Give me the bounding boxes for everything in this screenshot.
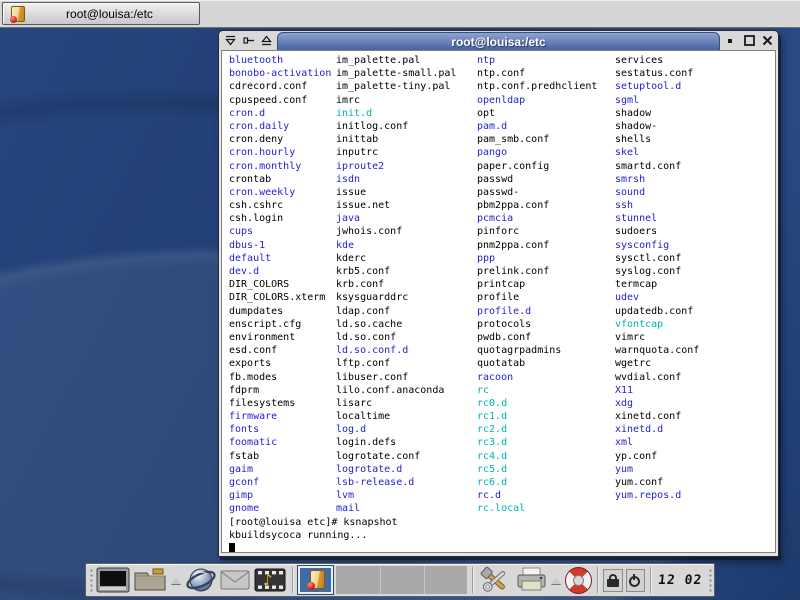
file-listing-row: cron.denyinittabpam_smb.confshells bbox=[229, 133, 775, 146]
printer-icon[interactable] bbox=[515, 566, 547, 594]
konsole-icon bbox=[306, 569, 326, 591]
file-listing-row: cron.dinit.doptshadow bbox=[229, 107, 775, 120]
file-listing-row: gnomemailrc.local bbox=[229, 502, 775, 515]
file-listing-row: enscript.cfgld.so.cacheprotocolsvfontcap bbox=[229, 318, 775, 331]
desktop: { "topbar": { "task_label": "root@louisa… bbox=[0, 0, 800, 600]
file-listing-row: cpuspeed.confimrcopenldapsgml bbox=[229, 94, 775, 107]
file-listing-row: foomaticlogin.defsrc3.dxml bbox=[229, 436, 775, 449]
file-listing-row: csh.cshrcissue.netpbm2ppa.confssh bbox=[229, 199, 775, 212]
active-task-button[interactable] bbox=[298, 566, 334, 594]
panel-separator bbox=[472, 567, 473, 593]
file-listing-row: fdprmlilo.conf.anacondarcX11 bbox=[229, 384, 775, 397]
panel-separator bbox=[292, 567, 293, 593]
file-listing-row: gconflsb-release.drc6.dyum.conf bbox=[229, 476, 775, 489]
file-listing-row: gimplvmrc.dyum.repos.d bbox=[229, 489, 775, 502]
top-taskbar: root@louisa:/etc bbox=[0, 0, 800, 28]
up-arrow-icon[interactable] bbox=[551, 577, 561, 584]
panel-grip-left[interactable] bbox=[88, 567, 93, 593]
file-listing-row: fb.modeslibuser.confracoonwvdial.conf bbox=[229, 371, 775, 384]
file-listing-row: bonobo-activationim_palette-small.palntp… bbox=[229, 67, 775, 80]
file-listing-row: dumpdatesldap.confprofile.dupdatedb.conf bbox=[229, 305, 775, 318]
file-listing-row: dev.dkrb5.confprelink.confsyslog.conf bbox=[229, 265, 775, 278]
minimize-icon[interactable] bbox=[723, 33, 739, 48]
titlebar-left-buttons bbox=[219, 31, 277, 50]
window-title: root@louisa:/etc bbox=[277, 32, 720, 50]
file-listing-row: dbus-1kdepnm2ppa.confsysconfig bbox=[229, 239, 775, 252]
panel-clock[interactable]: 12 02 bbox=[655, 573, 705, 588]
file-listing-row: cron.monthlyiproute2paper.configsmartd.c… bbox=[229, 160, 775, 173]
file-listing-row: DIR_COLORSkrb.confprintcaptermcap bbox=[229, 278, 775, 291]
file-listing-row: filesystemslisarcrc0.dxdg bbox=[229, 397, 775, 410]
konsole-icon bbox=[9, 5, 26, 23]
file-listing-row: cron.dailyinitlog.confpam.dshadow- bbox=[229, 120, 775, 133]
file-listing-row: bluetoothim_palette.palntpservices bbox=[229, 54, 775, 67]
up-arrow-icon[interactable] bbox=[171, 577, 181, 584]
terminal-screen[interactable]: bluetoothim_palette.palntpservicesbonobo… bbox=[221, 50, 776, 553]
task-button-label: root@louisa:/etc bbox=[26, 7, 193, 21]
terminal-window: root@louisa:/etc bluetoothim_palette.pal… bbox=[218, 30, 779, 557]
file-listing-row: fontslog.drc2.dxinetd.d bbox=[229, 423, 775, 436]
titlebar-right-buttons bbox=[720, 31, 778, 50]
panel-grip-right[interactable] bbox=[707, 567, 712, 593]
file-listing-row: cupsjwhois.confpinforcsudoers bbox=[229, 225, 775, 238]
eject-icon[interactable] bbox=[258, 33, 274, 48]
file-listing-row: firmwarelocaltimerc1.dxinetd.conf bbox=[229, 410, 775, 423]
tools-icon[interactable] bbox=[478, 565, 512, 595]
help-lifebuoy-icon[interactable] bbox=[565, 567, 592, 594]
file-listing-row: cron.hourlyinputrcpangoskel bbox=[229, 146, 775, 159]
file-listing-row: esd.confld.so.conf.dquotagrpadminswarnqu… bbox=[229, 344, 775, 357]
file-listing-row: environmentld.so.confpwdb.confvimrc bbox=[229, 331, 775, 344]
terminal-icon[interactable] bbox=[96, 566, 130, 594]
terminal-cursor bbox=[229, 543, 235, 553]
window-titlebar[interactable]: root@louisa:/etc bbox=[219, 31, 778, 50]
panel-separator bbox=[597, 567, 598, 593]
file-listing-row: fstablogrotate.confrc4.dyp.conf bbox=[229, 450, 775, 463]
status-line: kbuildsycoca running... bbox=[229, 529, 775, 542]
file-listing-row: exportslftp.confquotatabwgetrc bbox=[229, 357, 775, 370]
lock-icon[interactable] bbox=[603, 569, 622, 592]
prompt-line: [root@louisa etc]# ksnapshot bbox=[229, 516, 775, 529]
panel-separator bbox=[650, 567, 651, 593]
svg-text:♪: ♪ bbox=[263, 571, 273, 589]
close-icon[interactable] bbox=[759, 33, 775, 48]
file-listing-row: cdrecord.confim_palette-tiny.palntp.conf… bbox=[229, 80, 775, 93]
file-listing-row: DIR_COLORS.xtermksysguarddrcprofileudev bbox=[229, 291, 775, 304]
pin-icon[interactable] bbox=[240, 33, 256, 48]
file-listing-row: gaimlogrotate.drc5.dyum bbox=[229, 463, 775, 476]
file-listing-row: defaultkdercpppsysctl.conf bbox=[229, 252, 775, 265]
taskbar-task-button[interactable]: root@louisa:/etc bbox=[2, 2, 200, 25]
maximize-icon[interactable] bbox=[741, 33, 757, 48]
power-icon[interactable] bbox=[626, 569, 645, 592]
file-listing: bluetoothim_palette.palntpservicesbonobo… bbox=[229, 54, 775, 516]
mail-icon[interactable] bbox=[220, 569, 250, 591]
empty-task-slots bbox=[336, 566, 467, 594]
file-listing-row: cron.weeklyissuepasswd-sound bbox=[229, 186, 775, 199]
file-listing-row: crontabisdnpasswdsmrsh bbox=[229, 173, 775, 186]
file-listing-row: csh.loginjavapcmciastunnel bbox=[229, 212, 775, 225]
folder-icon[interactable] bbox=[133, 567, 167, 593]
multimedia-icon[interactable]: ♪ bbox=[253, 566, 287, 594]
browser-globe-icon[interactable] bbox=[185, 565, 217, 595]
bottom-panel: ♪ bbox=[85, 563, 715, 597]
shade-icon[interactable] bbox=[222, 33, 238, 48]
